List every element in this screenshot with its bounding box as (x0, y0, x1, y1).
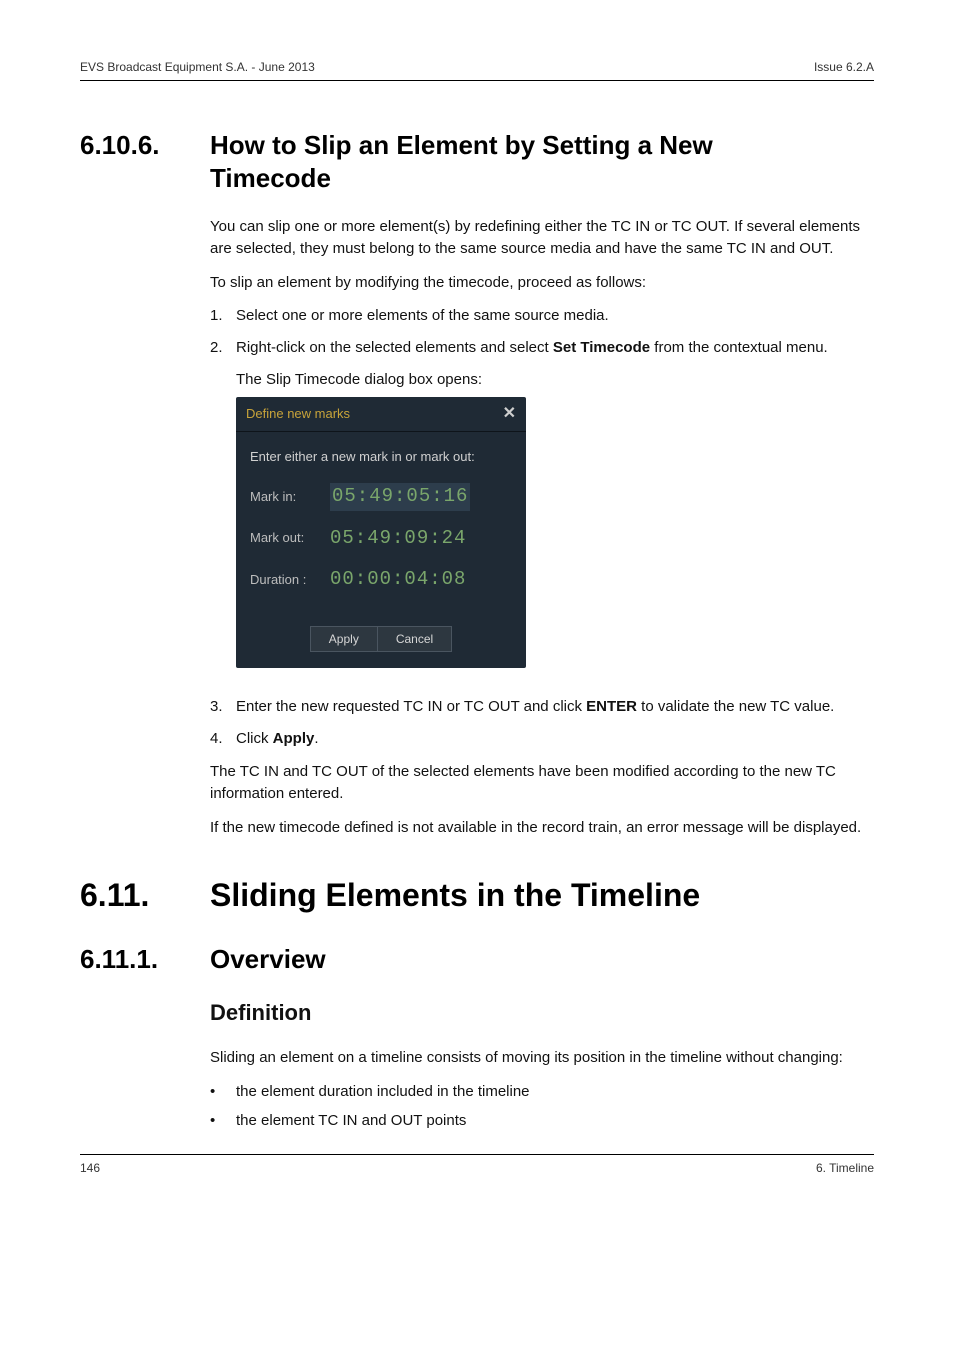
dialog-title: Define new marks (246, 405, 350, 424)
header-right: Issue 6.2.A (814, 60, 874, 74)
step-2-text-a: Right-click on the selected elements and… (236, 339, 553, 356)
step-4-bold: Apply (273, 730, 315, 747)
apply-button[interactable]: Apply (310, 626, 378, 652)
close-icon[interactable]: ✕ (503, 406, 516, 422)
bullet-1-text: the element duration included in the tim… (236, 1081, 530, 1103)
duration-field: 00:00:04:08 (330, 566, 466, 594)
duration-label: Duration : (250, 571, 330, 590)
footer-section: 6. Timeline (816, 1161, 874, 1175)
intro-paragraph: You can slip one or more element(s) by r… (210, 216, 874, 260)
mark-out-label: Mark out: (250, 529, 330, 548)
section-title-6-11: Sliding Elements in the Timeline (210, 875, 874, 915)
header-rule (80, 80, 874, 81)
definition-heading: Definition (210, 997, 874, 1029)
section-number-6-11-1: 6.11.1. (80, 943, 210, 976)
step-3-text-a: Enter the new requested TC IN or TC OUT … (236, 698, 586, 715)
section-number-6-11: 6.11. (80, 875, 210, 915)
step-1-number: 1. (210, 305, 236, 327)
step-1: 1. Select one or more elements of the sa… (210, 305, 874, 327)
mark-in-field[interactable]: 05:49:05:16 (330, 483, 470, 511)
step-3-bold: ENTER (586, 698, 637, 715)
step-2-number: 2. (210, 337, 236, 686)
bullet-2-text: the element TC IN and OUT points (236, 1110, 466, 1132)
step-3: 3. Enter the new requested TC IN or TC O… (210, 696, 874, 718)
step-4: 4. Click Apply. (210, 728, 874, 750)
bullet-dot: • (210, 1081, 236, 1103)
result-paragraph-1: The TC IN and TC OUT of the selected ele… (210, 761, 874, 805)
step-4-number: 4. (210, 728, 236, 750)
step-2-text-c: from the contextual menu. (650, 339, 828, 356)
step-3-text-c: to validate the new TC value. (637, 698, 834, 715)
section-number-6-10-6: 6.10.6. (80, 129, 210, 194)
section-title-6-10-6: How to Slip an Element by Setting a New … (210, 129, 874, 194)
mark-out-field[interactable]: 05:49:09:24 (330, 525, 466, 553)
bullet-1: • the element duration included in the t… (210, 1081, 874, 1103)
dialog-prompt: Enter either a new mark in or mark out: (250, 448, 512, 467)
section-title-6-11-1: Overview (210, 943, 874, 976)
step-2: 2. Right-click on the selected elements … (210, 337, 874, 686)
procedure-lead: To slip an element by modifying the time… (210, 272, 874, 294)
footer-rule (80, 1154, 874, 1155)
result-paragraph-2: If the new timecode defined is not avail… (210, 817, 874, 839)
step-2-bold: Set Timecode (553, 339, 650, 356)
step-4-text-c: . (314, 730, 318, 747)
step-2-sub: The Slip Timecode dialog box opens: (236, 369, 874, 391)
cancel-button[interactable]: Cancel (378, 626, 452, 652)
title-line-2: Timecode (210, 163, 331, 193)
step-1-text: Select one or more elements of the same … (236, 305, 874, 327)
slip-timecode-dialog: Define new marks ✕ Enter either a new ma… (236, 397, 526, 668)
page-number: 146 (80, 1161, 100, 1175)
header-left: EVS Broadcast Equipment S.A. - June 2013 (80, 60, 315, 74)
step-4-text-a: Click (236, 730, 273, 747)
dialog-titlebar: Define new marks ✕ (236, 397, 526, 433)
mark-in-label: Mark in: (250, 488, 330, 507)
definition-paragraph: Sliding an element on a timeline consist… (210, 1047, 874, 1069)
bullet-dot: • (210, 1110, 236, 1132)
title-line-1: How to Slip an Element by Setting a New (210, 130, 713, 160)
bullet-2: • the element TC IN and OUT points (210, 1110, 874, 1132)
step-3-number: 3. (210, 696, 236, 718)
